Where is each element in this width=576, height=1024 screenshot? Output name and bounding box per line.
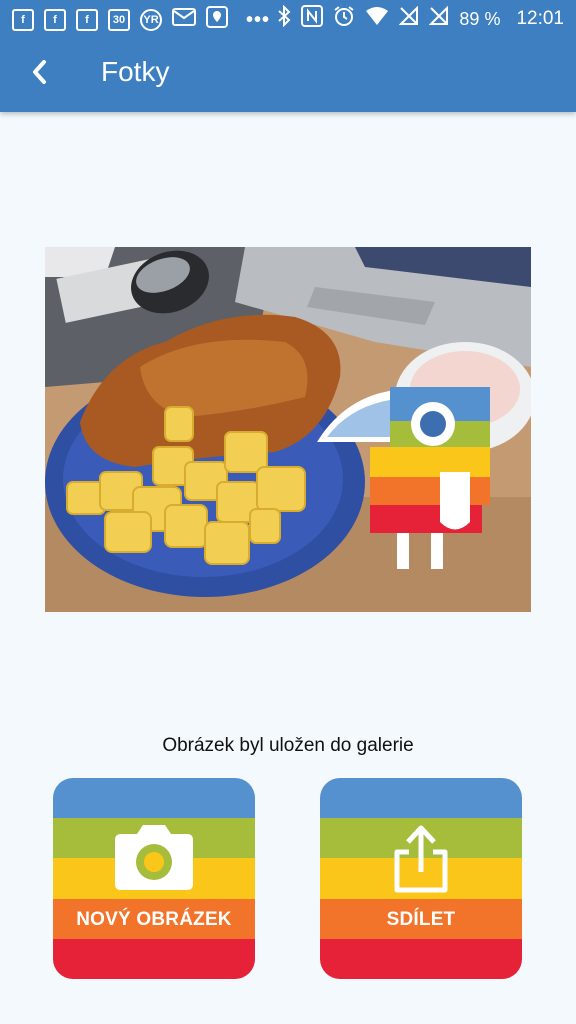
facebook-icon: f <box>44 9 66 31</box>
facebook-icon: f <box>76 9 98 31</box>
share-button[interactable]: SDÍLET <box>320 778 522 979</box>
app-bar: f f f 30 YR ••• 89 % 12:01 Fotky <box>0 0 576 112</box>
page-title: Fotky <box>101 56 170 87</box>
back-button[interactable] <box>22 54 58 90</box>
new-image-label: NOVÝ OBRÁZEK <box>76 909 232 930</box>
calendar-icon: 30 <box>108 9 130 31</box>
yr-icon: YR <box>140 9 162 31</box>
clock: 12:01 <box>516 8 564 29</box>
alarm-icon <box>333 5 355 33</box>
facebook-icon: f <box>12 9 34 31</box>
bluetooth-icon <box>277 4 291 33</box>
nfc-icon <box>301 5 324 33</box>
saved-message: Obrázek byl uložen do galerie <box>162 735 414 756</box>
signal-off-icon <box>429 5 449 32</box>
overflow-notifications: ••• <box>246 8 271 31</box>
battery-level: 89 % <box>459 8 501 29</box>
calendar-day: 30 <box>112 13 126 26</box>
camera-icon <box>53 822 255 892</box>
status-bar: f f f 30 YR ••• 89 % 12:01 <box>0 0 576 36</box>
wifi-icon <box>365 6 389 32</box>
gmail-icon <box>172 7 196 33</box>
new-image-button[interactable]: NOVÝ OBRÁZEK <box>53 778 255 979</box>
yr-text: YR <box>143 13 159 26</box>
signal-off-icon <box>399 5 419 32</box>
share-label: SDÍLET <box>386 909 456 930</box>
share-icon <box>320 824 522 894</box>
back-arrow-icon <box>33 60 46 84</box>
saved-photo <box>45 247 531 612</box>
maps-icon <box>206 6 228 34</box>
